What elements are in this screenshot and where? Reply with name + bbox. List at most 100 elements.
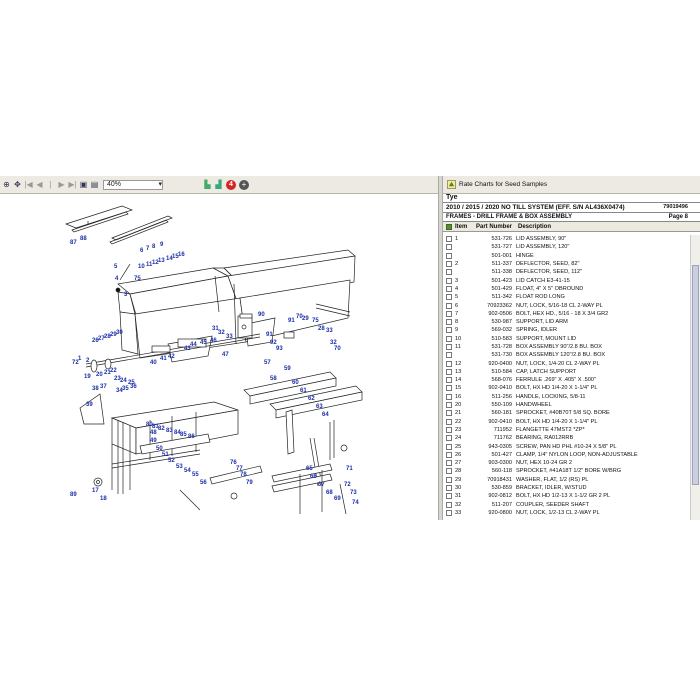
- callout-number[interactable]: 74: [352, 500, 359, 506]
- callout-number[interactable]: 8: [152, 244, 156, 250]
- callout-number[interactable]: 91: [288, 318, 295, 324]
- table-row[interactable]: 15 902-0410 BOLT, HX HD 1/4-20 X 1-1/4" PL: [443, 384, 688, 392]
- callout-number[interactable]: 40: [150, 360, 157, 366]
- callout-number[interactable]: 60: [292, 380, 299, 386]
- callout-number[interactable]: 54: [184, 468, 191, 474]
- callout-number[interactable]: 59: [284, 366, 291, 372]
- callout-number[interactable]: 75: [134, 276, 141, 282]
- callout-number[interactable]: 4: [115, 276, 119, 282]
- row-checkbox[interactable]: [446, 460, 452, 467]
- callout-number[interactable]: 52: [168, 458, 175, 464]
- callout-number[interactable]: 41: [160, 356, 167, 362]
- table-row[interactable]: 22 902-0410 BOLT, HX HD 1/4-20 X 1-1/4" PL: [443, 418, 688, 426]
- callout-number[interactable]: 88: [80, 236, 87, 242]
- callout-number[interactable]: 66: [310, 474, 317, 480]
- callout-number[interactable]: 37: [100, 384, 107, 390]
- callout-number[interactable]: 56: [200, 480, 207, 486]
- row-checkbox[interactable]: [446, 402, 452, 409]
- callout-number[interactable]: 32: [218, 330, 225, 336]
- row-checkbox[interactable]: [446, 426, 452, 433]
- callout-number[interactable]: 57: [264, 360, 271, 366]
- pan-icon[interactable]: ✥: [13, 179, 22, 191]
- callout-number[interactable]: 93: [276, 346, 283, 352]
- table-row[interactable]: 28 560-118 SPROCKET, #41A18T 1/2" BORE W/B…: [443, 467, 688, 475]
- callout-number[interactable]: 16: [178, 252, 185, 258]
- callout-number[interactable]: 68: [326, 490, 333, 496]
- table-row[interactable]: 29 70918431 WASHER, FLAT, 1/2 (RS) PL: [443, 476, 688, 484]
- callout-number[interactable]: 18: [100, 496, 107, 502]
- item-column-header[interactable]: Item: [443, 223, 472, 230]
- table-row[interactable]: 33 920-0800 NUT, LOCK, 1/2-13 CL 2-WAY PL: [443, 509, 688, 517]
- callout-number[interactable]: 46: [210, 338, 217, 344]
- callout-number[interactable]: 62: [308, 396, 315, 402]
- zoom-select[interactable]: 40% ▾: [103, 179, 163, 190]
- row-checkbox[interactable]: [446, 261, 452, 268]
- callout-number[interactable]: 91: [266, 332, 273, 338]
- callout-number[interactable]: 58: [270, 376, 277, 382]
- row-checkbox[interactable]: [446, 360, 452, 367]
- row-checkbox[interactable]: [446, 352, 452, 359]
- table-row[interactable]: 4 501-429 FLOAT, 4" X 5" OBROUND: [443, 285, 688, 293]
- parts-scrollbar[interactable]: [690, 235, 700, 520]
- cart-icon[interactable]: ▟: [214, 179, 223, 191]
- callout-number[interactable]: 24: [120, 378, 127, 384]
- table-row[interactable]: 1 531-726 LID ASSEMBLY, 90": [443, 235, 688, 243]
- row-checkbox[interactable]: [446, 327, 452, 334]
- row-checkbox[interactable]: [446, 252, 452, 259]
- row-checkbox[interactable]: [446, 418, 452, 425]
- callout-number[interactable]: 47: [222, 352, 229, 358]
- callout-number[interactable]: 6: [140, 248, 144, 254]
- table-row[interactable]: 2 511-337 DEFLECTOR, SEED, 82": [443, 260, 688, 268]
- scrollbar-thumb[interactable]: [692, 265, 699, 485]
- callout-number[interactable]: 13: [158, 258, 165, 264]
- callout-number[interactable]: 19: [84, 374, 91, 380]
- table-row[interactable]: 21 560-181 SPROCKET, #40B70T 5/8 SQ. BORE: [443, 409, 688, 417]
- callout-number[interactable]: 73: [350, 490, 357, 496]
- table-row[interactable]: 7 902-0506 BOLT, HEX HD., 5/16 - 18 X 3/4 …: [443, 310, 688, 318]
- table-row[interactable]: 20 550-109 HANDWHEEL: [443, 401, 688, 409]
- notification-badge[interactable]: 4: [226, 179, 236, 190]
- callout-number[interactable]: 63: [316, 404, 323, 410]
- table-row[interactable]: 9 569-032 SPRING, IDLER: [443, 326, 688, 334]
- previous-page-icon[interactable]: ◀: [35, 179, 44, 191]
- callout-number[interactable]: 33: [326, 328, 333, 334]
- callout-number[interactable]: 17: [92, 488, 99, 494]
- table-row[interactable]: 531-730 BOX ASSEMBLY 120"/2.8 BU. BOX: [443, 351, 688, 359]
- table-row[interactable]: 23 711952 FLANGETTE 47MST2 *ZP*: [443, 426, 688, 434]
- zoom-in-icon[interactable]: ⊕: [2, 179, 11, 191]
- table-row[interactable]: 31 902-0812 BOLT, HX HD 1/2-13 X 1-1/2 GR …: [443, 492, 688, 500]
- exploded-parts-drawing[interactable]: 87 88 6 7 8 9 5 4 3 75 10 11 12 13 14 15 16 26 27 28 29 30 1 2 7…: [0, 194, 438, 520]
- add-icon[interactable]: +: [239, 179, 249, 190]
- callout-number[interactable]: 53: [176, 464, 183, 470]
- callout-number[interactable]: 36: [130, 384, 137, 390]
- callout-number[interactable]: 22: [110, 368, 117, 374]
- callout-number[interactable]: 72: [72, 360, 79, 366]
- row-checkbox[interactable]: [446, 493, 452, 500]
- row-checkbox[interactable]: [446, 385, 452, 392]
- callout-number[interactable]: 87: [70, 240, 77, 246]
- callout-number[interactable]: 85: [180, 432, 187, 438]
- part-column-header[interactable]: Part Number: [472, 224, 516, 230]
- callout-number[interactable]: 79: [246, 480, 253, 486]
- table-row[interactable]: 30 530-859 BRACKET, IDLER, W/STUD: [443, 484, 688, 492]
- callout-number[interactable]: 75: [312, 318, 319, 324]
- table-row[interactable]: 16 511-256 HANDLE, LOCKING, 5/8-11: [443, 393, 688, 401]
- row-checkbox[interactable]: [446, 335, 452, 342]
- callout-number[interactable]: 89: [70, 492, 77, 498]
- row-checkbox[interactable]: [446, 236, 452, 243]
- fit-width-icon[interactable]: ▤: [90, 179, 99, 191]
- table-row[interactable]: 531-727 LID ASSEMBLY, 120": [443, 243, 688, 251]
- row-checkbox[interactable]: [446, 501, 452, 508]
- table-row[interactable]: 11 531-728 BOX ASSEMBLY 90"/2.8 BU. BOX: [443, 343, 688, 351]
- row-checkbox[interactable]: [446, 302, 452, 309]
- table-row[interactable]: 6 70923362 NUT, LOCK, 5/16-18 CL 2-WAY PL: [443, 301, 688, 309]
- callout-number[interactable]: 65: [306, 466, 313, 472]
- row-checkbox[interactable]: [446, 310, 452, 317]
- row-checkbox[interactable]: [446, 285, 452, 292]
- callout-number[interactable]: 70: [334, 346, 341, 352]
- callout-number[interactable]: 55: [192, 472, 199, 478]
- row-checkbox[interactable]: [446, 277, 452, 284]
- callout-number[interactable]: 42: [168, 354, 175, 360]
- callout-number[interactable]: 72: [344, 482, 351, 488]
- row-checkbox[interactable]: [446, 319, 452, 326]
